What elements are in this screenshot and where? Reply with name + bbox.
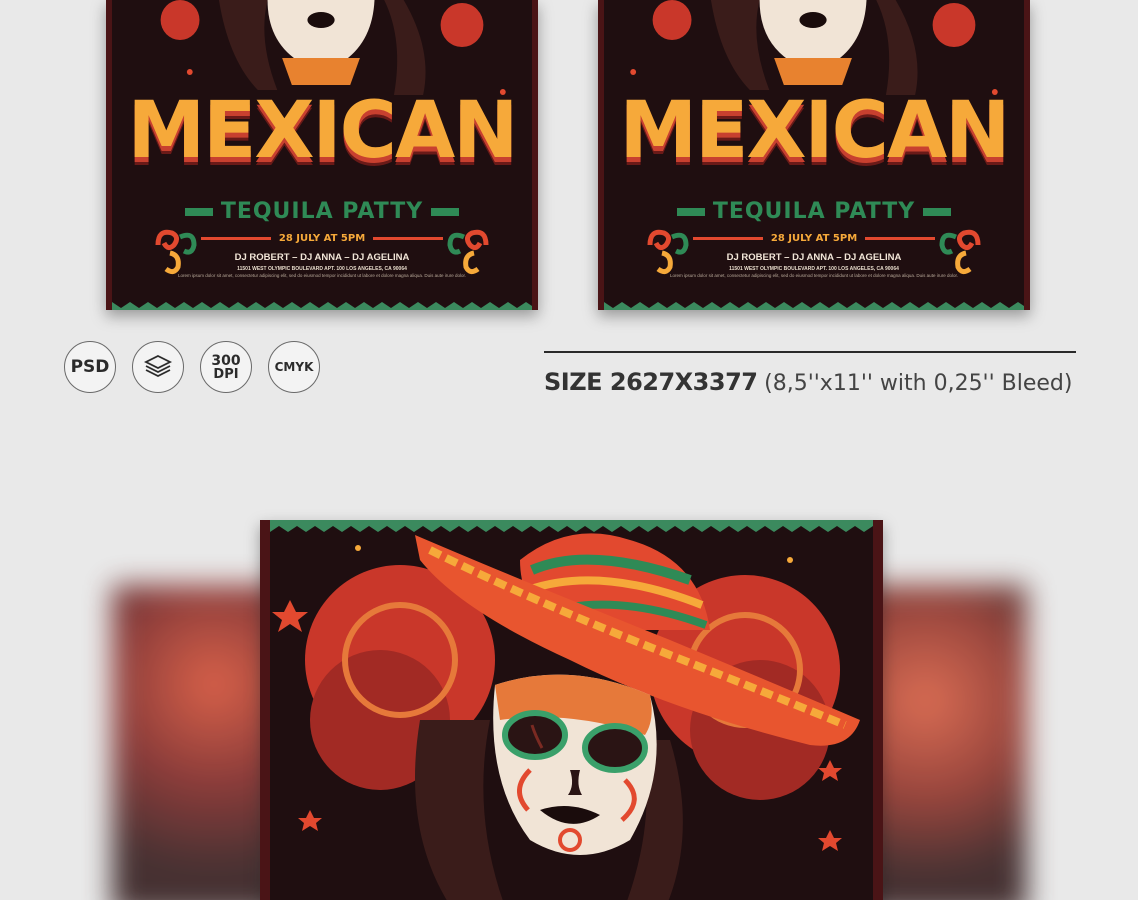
cmyk-label: CMYK [274, 360, 314, 374]
psd-badge: PSD [64, 341, 116, 393]
layers-badge [132, 341, 184, 393]
size-info: SIZE 2627X3377 (8,5''x11'' with 0,25'' B… [544, 368, 1072, 397]
sombrero-skull-illustration [272, 533, 860, 900]
sugar-skull-illustration [160, 0, 506, 95]
flyer-subtitle: TEQUILA PATTY [112, 199, 532, 224]
format-badges: PSD 300 DPI CMYK [64, 341, 320, 393]
psd-label: PSD [70, 356, 110, 377]
zigzag-border [112, 302, 532, 310]
divider [544, 351, 1076, 353]
flyer-preview-back: MEXICAN TEQUILA PATTY 28 JULY AT 5PM DJ … [598, 0, 1030, 310]
flyer-title: MEXICAN [619, 86, 1011, 176]
blurred-flyer-left [112, 585, 282, 900]
flyer-title: MEXICAN [127, 86, 519, 176]
swirl-ornament-icon [939, 229, 981, 275]
layers-icon [143, 354, 173, 378]
zigzag-border [604, 302, 1024, 310]
flyer-preview-front: MEXICAN TEQUILA PATTY 28 JULY AT 5PM DJ … [106, 0, 538, 310]
dpi-badge: 300 DPI [200, 341, 252, 393]
flyer-closeup [260, 520, 883, 900]
size-dimensions: SIZE 2627X3377 [544, 368, 758, 396]
swirl-ornament-icon [647, 229, 689, 275]
size-bleed-note: (8,5''x11'' with 0,25'' Bleed) [764, 371, 1073, 396]
flyer-subtitle: TEQUILA PATTY [604, 199, 1024, 224]
sugar-skull-illustration [630, 0, 998, 95]
dpi-unit: DPI [213, 366, 239, 382]
cmyk-badge: CMYK [268, 341, 320, 393]
swirl-ornament-icon [447, 229, 489, 275]
swirl-ornament-icon [155, 229, 197, 275]
dpi-value: 300 [211, 352, 241, 369]
